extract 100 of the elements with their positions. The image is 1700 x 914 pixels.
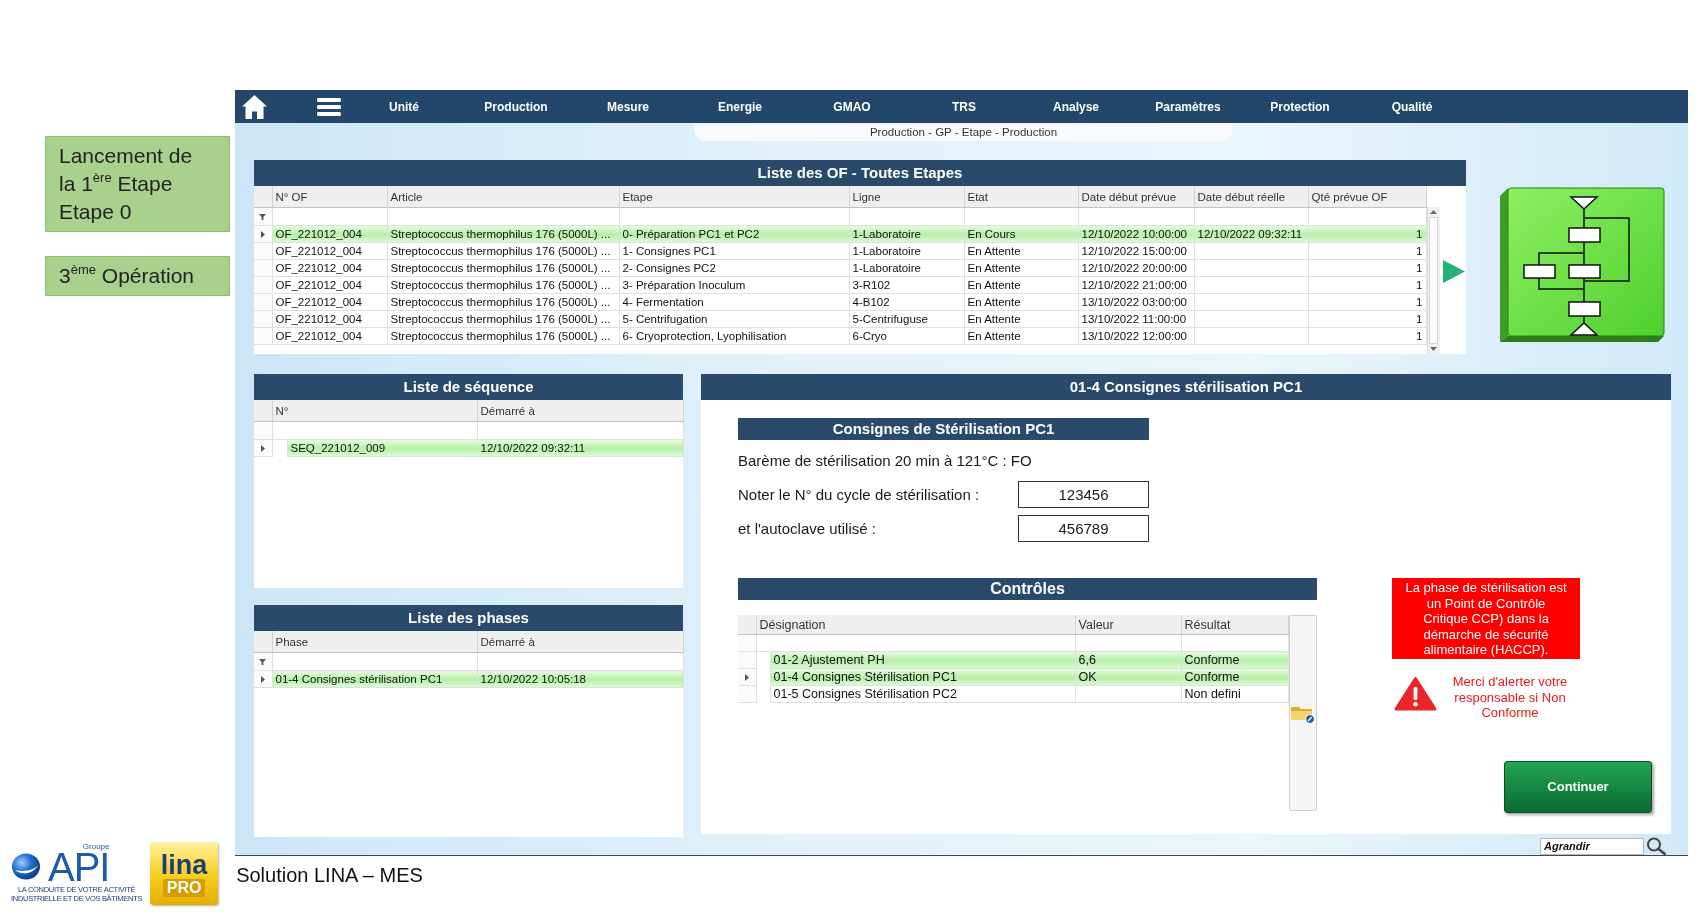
scroll-down-icon[interactable] (1430, 347, 1437, 351)
menu-item[interactable]: Analyse (1020, 94, 1132, 119)
panel-title: Liste de séquence (254, 374, 683, 400)
column-header[interactable]: Article (387, 186, 619, 208)
table-cell: OF_221012_004 (272, 242, 387, 260)
column-header[interactable]: N° (272, 400, 477, 422)
filter-field[interactable] (477, 652, 683, 671)
zoom-field[interactable]: Agrandir (1540, 837, 1644, 855)
table-cell: 01-5 Consignes Stérilisation PC2 (770, 685, 1075, 703)
table-cell: 3-R102 (849, 276, 964, 294)
table-cell: 1 (1308, 259, 1426, 277)
warning-icon (1394, 676, 1437, 711)
column-header[interactable]: Date début réelle (1194, 186, 1308, 208)
filter-field[interactable] (619, 207, 849, 226)
column-header[interactable]: Démarré à (477, 400, 683, 422)
annotation-text: Lancement de la 1$^{ère}$ Etape (59, 143, 194, 197)
column-header[interactable]: Date début prévue (1078, 186, 1194, 208)
input-field[interactable]: 456789 (1018, 515, 1149, 542)
filter-field[interactable] (1078, 207, 1194, 226)
table-cell: OF_221012_004 (272, 293, 387, 311)
table-cell: En Attente (964, 259, 1078, 277)
table-cell: 6- Cryoprotection, Lyophilisation (619, 327, 849, 345)
table-cell: 5-Centrifuguse (849, 310, 964, 328)
table-cell: 1 (1308, 276, 1426, 294)
table-cell: Streptococcus thermophilus 176 (5000L) ... (387, 327, 619, 345)
filter-field[interactable] (964, 207, 1078, 226)
menu-item[interactable]: Paramètres (1132, 94, 1244, 119)
filter-field[interactable] (272, 207, 387, 226)
table-cell: Non defini (1181, 685, 1288, 703)
column-header[interactable]: Démarré à (477, 631, 683, 653)
column-header[interactable]: N° OF (272, 186, 387, 208)
column-header[interactable]: Valeur (1075, 615, 1181, 635)
filter-field[interactable] (1181, 634, 1288, 652)
column-header[interactable]: Qté prévue OF (1308, 186, 1426, 208)
panel-title: Liste des phases (254, 605, 683, 631)
menu-item[interactable]: Mesure (572, 94, 684, 119)
scroll-up-icon[interactable] (1430, 210, 1437, 214)
table-cell: Streptococcus thermophilus 176 (5000L) ... (387, 310, 619, 328)
filter-field[interactable] (477, 421, 683, 440)
table-cell: OF_221012_004 (272, 276, 387, 294)
table-cell: 3- Préparation Inoculum (619, 276, 849, 294)
logo-text: API (48, 851, 110, 883)
column-header[interactable]: Etat (964, 186, 1078, 208)
annotation-text: Etape 0 (59, 199, 133, 225)
table-cell: En Attente (964, 293, 1078, 311)
filter-field[interactable] (756, 634, 1075, 652)
filter-field[interactable] (387, 207, 619, 226)
column-header[interactable]: Etape (619, 186, 849, 208)
menu-item[interactable]: Qualité (1356, 94, 1468, 119)
search-icon[interactable] (1646, 837, 1666, 855)
table-cell: 1-Laboratoire (849, 259, 964, 277)
arrow-right-icon[interactable] (1442, 260, 1465, 283)
table-cell: OF_221012_004 (272, 310, 387, 328)
table-cell: Streptococcus thermophilus 176 (5000L) ... (387, 259, 619, 277)
table-cell: 4- Fermentation (619, 293, 849, 311)
home-icon[interactable] (241, 93, 268, 120)
column-header[interactable]: Résultat (1181, 615, 1288, 635)
table-cell: 12/10/2022 15:00:00 (1078, 242, 1194, 260)
slide-caption: Solution LINA – MES (236, 863, 423, 887)
filter-icon[interactable] (259, 659, 267, 666)
continue-button[interactable]: Continuer (1504, 760, 1652, 813)
table-cell: 13/10/2022 12:00:00 (1078, 327, 1194, 345)
logo-text: PRO (162, 878, 206, 897)
globe-icon (11, 853, 41, 880)
filter-icon[interactable] (259, 214, 267, 221)
instruction-text: Barème de stérilisation 20 min à 121°C : FO (738, 451, 1033, 471)
menu-item[interactable]: Unité (348, 94, 460, 119)
scrollbar-thumb[interactable] (1429, 217, 1438, 344)
filter-field[interactable] (849, 207, 964, 226)
menu-item[interactable]: Protection (1244, 94, 1356, 119)
table-cell: 12/10/2022 21:00:00 (1078, 276, 1194, 294)
table-cell: Streptococcus thermophilus 176 (5000L) ... (387, 293, 619, 311)
menu-icon[interactable] (317, 96, 341, 117)
column-header[interactable]: Désignation (756, 615, 1075, 635)
flowchart-icon[interactable] (1498, 184, 1666, 342)
table-cell: 5- Centrifugation (619, 310, 849, 328)
annotation-text: 3$^{ème}$ Opération (59, 262, 196, 289)
menu-item[interactable]: Energie (684, 94, 796, 119)
menu-item[interactable]: Production (460, 94, 572, 119)
filter-field[interactable] (272, 652, 477, 671)
menu-item[interactable]: GMAO (796, 94, 908, 119)
table-cell: En Attente (964, 310, 1078, 328)
filter-field[interactable] (1308, 207, 1426, 226)
field-label: Noter le N° du cycle de stérilisation : (738, 486, 980, 503)
input-field[interactable]: 123456 (1018, 481, 1149, 508)
filter-field[interactable] (1075, 634, 1181, 652)
table-cell: 1-Laboratoire (849, 242, 964, 260)
filter-field[interactable] (272, 421, 477, 440)
table-cell: 13/10/2022 11:00:00 (1078, 310, 1194, 328)
menu-item[interactable]: TRS (908, 94, 1020, 119)
filter-field[interactable] (1194, 207, 1308, 226)
logo-text: lina (160, 850, 208, 879)
table-cell: 1- Consignes PC1 (619, 242, 849, 260)
column-header[interactable]: Phase (272, 631, 477, 653)
logo-text: Groupe (82, 842, 110, 851)
table-cell: OF_221012_004 (272, 327, 387, 345)
column-header[interactable]: Ligne (849, 186, 964, 208)
panel-title: 01-4 Consignes stérilisation PC1 (701, 374, 1671, 400)
breadcrumb: Production - GP - Etape - Production (694, 124, 1233, 141)
table-cell: 1 (1308, 293, 1426, 311)
